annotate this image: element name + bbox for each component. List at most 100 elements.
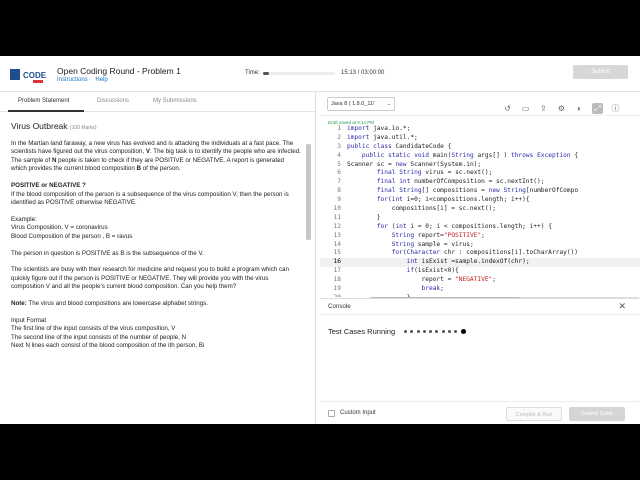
code-line[interactable]: 13 String report="POSITIVE"; [320,232,640,241]
code-text: final String virus = sc.next(); [376,169,493,177]
tab-my-submissions[interactable]: My Submissions [153,98,197,104]
code-line[interactable]: 4 public static void main(String args[] … [320,152,640,161]
code-line[interactable]: 11 } [320,214,640,223]
keyboard-icon[interactable]: ▭ [520,103,531,114]
line-number: 19 [333,285,341,293]
code-text: String report="POSITIVE"; [391,231,485,239]
code-line[interactable]: 16 int isExist =sample.indexOf(chr); [320,258,640,268]
problem-intro: In the Martian land faraway, a new virus… [11,139,301,173]
example-section: Example: Virus Composition, V = coronavir… [11,215,133,240]
line-number: 2 [337,133,341,141]
line-number: 13 [333,231,341,239]
chevron-down-icon: ⌄ [386,101,391,107]
line-number: 5 [337,160,341,168]
positive-section: POSITIVE or NEGATIVE ? If the blood compo… [11,181,289,207]
example-explanation: The person in question is POSITIVE as B … [11,249,204,257]
submit-button[interactable]: Submit [573,65,628,79]
code-line[interactable]: 15 for(Character chr : compositions[i].t… [320,249,640,258]
code-line[interactable]: 14 String sample = virus; [320,241,640,250]
line-number: 17 [333,267,341,275]
code-text: for (int i = 0; i < compositions.length;… [376,222,552,230]
code-line[interactable]: 3 public class CandidateCode { [320,143,640,152]
code-text: import java.util.*; [347,133,418,141]
code-text: Scanner sc = new Scanner(System.in); [347,160,482,168]
code-text: compositions[i] = sc.next(); [347,205,497,213]
instructions-link[interactable]: Instructions [57,77,88,83]
test-status: Test Cases Running [328,327,396,336]
problem-title: Virus Outbreak (100 Marks) [11,121,97,131]
code-text: final String[] compositions = new String… [376,187,579,195]
code-editor[interactable]: 1 import java.io.*; 2 import java.util.*; 3 p… [320,125,640,297]
code-line[interactable]: 5 Scanner sc = new Scanner(System.in); [320,161,640,170]
tab-problem-statement[interactable]: Problem Statement [18,98,69,104]
palette-icon[interactable]: ◐ [574,103,585,114]
coding-app: CODE Open Coding Round - Problem 1 Instr… [0,56,640,424]
code-text: String sample = virus; [391,240,474,248]
line-number: 15 [333,249,341,257]
info-icon[interactable]: ⓘ [610,103,621,114]
compile-run-button[interactable]: Compile & Run [506,407,562,421]
problem-panel: Problem Statement Discussions My Submiss… [0,92,316,424]
code-line[interactable]: 12 for (int i = 0; i < compositions.leng… [320,223,640,232]
input-format: Input Format The first line of the input … [11,316,205,350]
code-line[interactable]: 10 compositions[i] = sc.next(); [320,205,640,214]
custom-input-checkbox[interactable] [328,410,335,417]
editor-toolbar: Java 8 ( 1.8.0_11! ⌄ ↺ ▭ ⇪ ⚙ ◐ ⤢ ⓘ [320,92,640,116]
svg-text:CODE: CODE [23,71,47,80]
code-line[interactable]: 18 report = "NEGATIVE"; [320,276,640,285]
line-number: 8 [337,187,341,195]
hackerearth-code-logo: CODE [10,68,47,83]
line-number: 6 [337,169,341,177]
tab-discussions[interactable]: Discussions [97,98,129,104]
line-number: 7 [337,178,341,186]
line-number: 9 [337,196,341,204]
language-select[interactable]: Java 8 ( 1.8.0_11! ⌄ [327,97,395,111]
settings-icon[interactable]: ⚙ [556,103,567,114]
code-line[interactable]: 7 final int numberOfComposition = sc.nex… [320,178,640,187]
code-text: final int numberOfComposition = sc.nextI… [376,178,545,186]
code-line[interactable]: 1 import java.io.*; [320,125,640,134]
help-link[interactable]: Help [95,77,107,83]
problem-tabs: Problem Statement Discussions My Submiss… [0,92,315,112]
code-line[interactable]: 8 final String[] compositions = new Stri… [320,187,640,196]
problem-marks: (100 Marks) [69,125,97,131]
active-tab-indicator [8,110,84,112]
problem-statement: Virus Outbreak (100 Marks) In the Martia… [11,122,301,359]
editor-panel: Java 8 ( 1.8.0_11! ⌄ ↺ ▭ ⇪ ⚙ ◐ ⤢ ⓘ Draft saved … [320,92,640,424]
code-line[interactable]: 9 for(int i=0; i<compositions.length; i+… [320,196,640,205]
timer-progress-bar [263,72,335,75]
code-text: if(isExist<0){ [406,267,459,275]
problem-request: The scientists are busy with their resea… [11,266,289,291]
code-line[interactable]: 2 import java.util.*; [320,134,640,143]
line-number: 3 [337,142,341,150]
refresh-icon[interactable]: ↺ [502,103,513,114]
timer-label: Time: [245,70,260,76]
top-bar: CODE Open Coding Round - Problem 1 Instr… [0,56,640,92]
console-title: Console [328,303,351,310]
line-number: 16 [333,258,341,266]
code-text: public static void main(String args[] ) … [361,151,579,159]
code-text: for(int i=0; i<compositions.length; i++)… [376,196,530,204]
console-panel: Console ✕ Test Cases Running Custom Inpu… [320,298,640,424]
submit-code-button[interactable]: Submit Code [569,407,625,421]
code-text: public class CandidateCode { [347,142,452,150]
loading-dots [404,329,466,334]
code-text: int isExist =sample.indexOf(chr); [406,258,530,266]
close-icon[interactable]: ✕ [618,301,626,312]
custom-input-label: Custom Input [340,410,376,416]
line-number: 4 [337,151,341,159]
line-number: 11 [333,213,341,221]
problem-scrollbar[interactable] [306,144,311,240]
line-number: 18 [333,276,341,284]
code-text: for(Character chr : compositions[i].toCh… [391,249,578,257]
page-title: Open Coding Round - Problem 1 [57,66,181,76]
line-number: 20 [320,294,347,297]
expand-icon[interactable]: ⤢ [592,103,603,114]
code-line[interactable]: 6 final String virus = sc.next(); [320,169,640,178]
code-line[interactable]: 17 if(isExist<0){ [320,267,640,276]
code-line[interactable]: 19 break; [320,285,640,294]
code-text: import java.io.*; [347,125,411,132]
upload-icon[interactable]: ⇪ [538,103,549,114]
line-number: 1 [337,125,341,132]
code-text: break; [421,285,444,293]
